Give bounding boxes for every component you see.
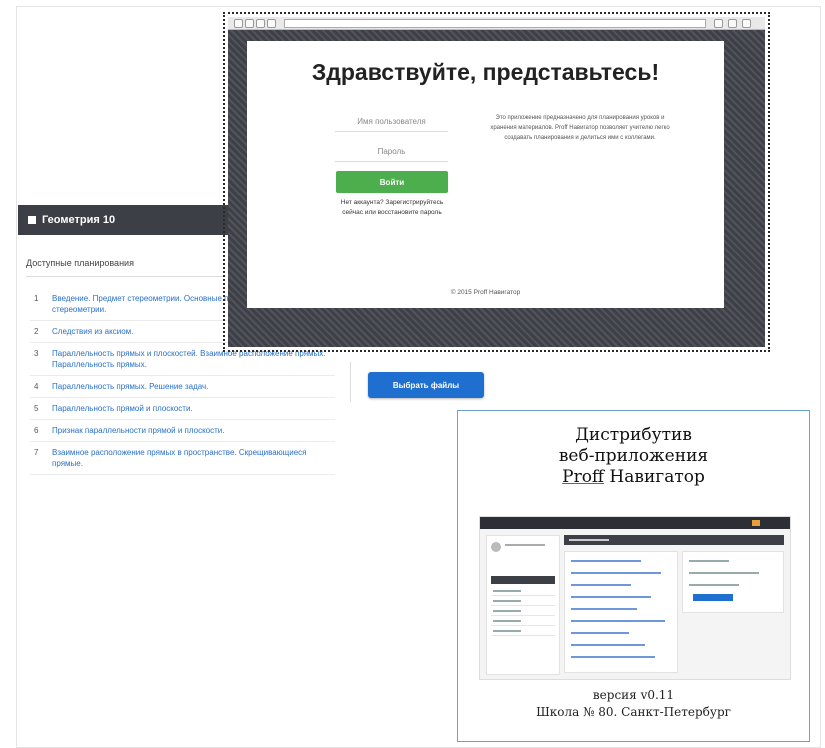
login-title: Здравствуйте, представьтесь! [311, 59, 660, 85]
browser-toolbar [228, 17, 765, 30]
topic-link[interactable]: Признак параллельности прямой и плоскост… [52, 425, 224, 436]
preview-line [689, 572, 759, 574]
preview-sidebar-row [491, 598, 555, 606]
forward-icon[interactable] [245, 19, 254, 28]
preview-topbar [480, 517, 790, 529]
topic-item[interactable]: 6 Признак параллельности прямой и плоско… [30, 420, 335, 442]
preview-accent [752, 520, 760, 526]
topic-number: 4 [34, 382, 39, 391]
preview-side-panel [682, 551, 784, 613]
preview-line [571, 656, 655, 658]
preview-line [689, 584, 739, 586]
divider [350, 362, 351, 402]
brand-name: Proff [562, 467, 605, 487]
username-field[interactable]: Имя пользователя [335, 117, 448, 132]
close-icon[interactable] [742, 19, 751, 28]
topic-item[interactable]: 4 Параллельность прямых. Решение задач. [30, 376, 335, 398]
app-description: Это приложение предназначено для планиро… [490, 115, 670, 141]
preview-main [564, 535, 784, 673]
preview-line [571, 620, 665, 622]
home-icon[interactable] [267, 19, 276, 28]
divider [26, 276, 226, 277]
preview-username [505, 544, 545, 546]
distribution-title-line: Proff Навигатор [458, 467, 809, 488]
topic-item[interactable]: 7 Взаимное расположение прямых в простра… [30, 442, 335, 475]
preview-line [689, 560, 729, 562]
topic-number: 1 [34, 294, 39, 303]
topic-item[interactable]: 3 Параллельность прямых и плоскостей. Вз… [30, 343, 335, 376]
distribution-title-line: Дистрибутив [575, 425, 692, 445]
preview-line [571, 608, 637, 610]
reload-icon[interactable] [256, 19, 265, 28]
course-header[interactable]: Геометрия 10 [18, 205, 248, 235]
topic-link[interactable]: Следствия из аксиом. [52, 326, 133, 337]
topic-item[interactable]: 5 Параллельность прямой и плоскости. [30, 398, 335, 420]
topic-link[interactable]: Взаимное расположение прямых в пространс… [52, 447, 335, 469]
distribution-title-line: веб-приложения [558, 446, 709, 466]
preview-line [571, 560, 641, 562]
distribution-card: Дистрибутив веб-приложения Proff Навигат… [457, 410, 810, 742]
login-card: Здравствуйте, представьтесь! Имя пользов… [247, 41, 724, 308]
preview-sidebar [486, 535, 560, 675]
school-label: Школа № 80. Санкт-Петербург [536, 705, 731, 719]
plans-title: Доступные планирования [26, 258, 134, 268]
login-footer: © 2015 Proff Навигатор [450, 289, 521, 296]
back-icon[interactable] [234, 19, 243, 28]
brand-rest: Навигатор [604, 467, 705, 487]
preview-line [571, 596, 651, 598]
preview-main-header [564, 535, 784, 545]
choose-files-button[interactable]: Выбрать файлы [368, 372, 484, 398]
topic-number: 3 [34, 349, 39, 358]
register-link[interactable]: Нет аккаунта? Зарегистрируйтесь сейчас и… [331, 198, 453, 218]
preview-sidebar-header [491, 576, 555, 584]
course-title: Геометрия 10 [42, 214, 116, 226]
preview-line [571, 632, 629, 634]
preview-sidebar-row [491, 608, 555, 616]
topic-number: 5 [34, 404, 39, 413]
distribution-version: версия v0.11 Школа № 80. Санкт-Петербург [458, 687, 809, 721]
login-button[interactable]: Войти [336, 171, 448, 193]
preview-sidebar-row [491, 588, 555, 596]
topic-number: 2 [34, 327, 39, 336]
preview-line [571, 572, 661, 574]
course-square-icon [28, 216, 36, 224]
preview-sidebar-row [491, 618, 555, 626]
topic-number: 7 [34, 448, 39, 457]
topic-link[interactable]: Параллельность прямых и плоскостей. Взаи… [52, 348, 335, 370]
address-bar[interactable] [284, 19, 706, 28]
distribution-title: Дистрибутив веб-приложения Proff Навигат… [458, 425, 809, 488]
version-label: версия v0.11 [592, 688, 675, 702]
topic-number: 6 [34, 426, 39, 435]
preview-line [571, 644, 645, 646]
app-preview-screenshot [479, 516, 791, 680]
password-field[interactable]: Пароль [335, 147, 448, 162]
preview-sidebar-row [491, 628, 555, 636]
preview-plan-list [564, 551, 678, 673]
bookmark-icon[interactable] [714, 19, 723, 28]
menu-icon[interactable] [728, 19, 737, 28]
preview-line [571, 584, 631, 586]
topic-link[interactable]: Параллельность прямой и плоскости. [52, 403, 193, 414]
preview-avatar [491, 542, 501, 552]
preview-button [693, 594, 733, 601]
topic-link[interactable]: Параллельность прямых. Решение задач. [52, 381, 208, 392]
